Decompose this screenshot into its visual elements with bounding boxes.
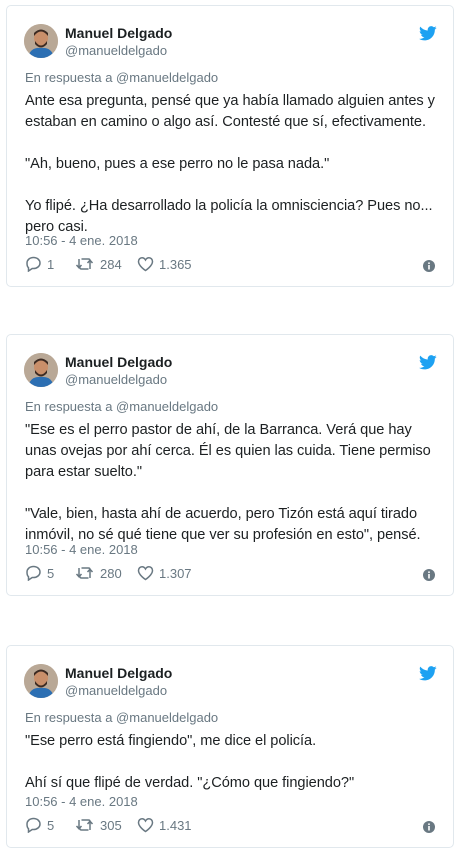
- author-name[interactable]: Manuel Delgado: [65, 25, 172, 41]
- heart-icon: [137, 818, 154, 833]
- reply-icon: [26, 817, 41, 833]
- reply-icon: [26, 256, 41, 272]
- tweet-card[interactable]: Manuel Delgado @manueldelgado En respues…: [6, 334, 454, 596]
- avatar[interactable]: [24, 664, 58, 698]
- reply-context[interactable]: En respuesta a @manueldelgado: [25, 399, 218, 414]
- twitter-bird-icon[interactable]: [419, 355, 437, 370]
- reply-button[interactable]: 1: [25, 256, 54, 272]
- timestamp[interactable]: 10:56 - 4 ene. 2018: [25, 233, 138, 248]
- info-icon[interactable]: [423, 569, 435, 581]
- like-count: 1.307: [159, 565, 192, 581]
- avatar[interactable]: [24, 353, 58, 387]
- author-handle[interactable]: @manueldelgado: [65, 372, 167, 387]
- retweet-count: 305: [100, 817, 122, 833]
- timestamp[interactable]: 10:56 - 4 ene. 2018: [25, 542, 138, 557]
- reply-count: 5: [47, 817, 55, 833]
- like-count: 1.365: [159, 256, 192, 272]
- author-handle[interactable]: @manueldelgado: [65, 683, 167, 698]
- retweet-count: 280: [100, 565, 122, 581]
- avatar-image: [24, 664, 58, 698]
- twitter-bird-icon[interactable]: [419, 26, 437, 41]
- like-button[interactable]: 1.431: [137, 817, 192, 833]
- reply-button[interactable]: 5: [25, 565, 54, 581]
- retweet-count: 284: [100, 256, 122, 272]
- reply-count: 5: [47, 565, 55, 581]
- info-icon[interactable]: [423, 260, 435, 272]
- twitter-bird-icon[interactable]: [419, 666, 437, 681]
- avatar-image: [24, 353, 58, 387]
- author-handle[interactable]: @manueldelgado: [65, 43, 167, 58]
- tweet-text: "Ese perro está fingiendo", me dice el p…: [25, 733, 355, 791]
- like-button[interactable]: 1.365: [137, 256, 192, 272]
- tweet-text: Ante esa pregunta, pensé que ya había ll…: [25, 93, 435, 235]
- tweet-actions: 5 305 1.431: [25, 817, 435, 837]
- retweet-icon: [75, 819, 94, 831]
- reply-button[interactable]: 5: [25, 817, 54, 833]
- heart-icon: [137, 566, 154, 581]
- retweet-button[interactable]: 305: [75, 817, 122, 833]
- tweet-actions: 5 280 1.307: [25, 565, 435, 585]
- tweet-card[interactable]: Manuel Delgado @manueldelgado En respues…: [6, 5, 454, 287]
- author-name[interactable]: Manuel Delgado: [65, 354, 172, 370]
- timestamp[interactable]: 10:56 - 4 ene. 2018: [25, 794, 138, 809]
- reply-icon: [26, 565, 41, 581]
- retweet-icon: [75, 258, 94, 270]
- reply-count: 1: [47, 256, 55, 272]
- tweet-actions: 1 284 1.365: [25, 256, 435, 276]
- retweet-button[interactable]: 280: [75, 565, 122, 581]
- tweet-text: "Ese es el perro pastor de ahí, de la Ba…: [25, 422, 431, 543]
- avatar[interactable]: [24, 24, 58, 58]
- like-button[interactable]: 1.307: [137, 565, 192, 581]
- reply-context[interactable]: En respuesta a @manueldelgado: [25, 70, 218, 85]
- avatar-image: [24, 24, 58, 58]
- retweet-icon: [75, 567, 94, 579]
- reply-context[interactable]: En respuesta a @manueldelgado: [25, 710, 218, 725]
- info-icon[interactable]: [423, 821, 435, 833]
- heart-icon: [137, 257, 154, 272]
- like-count: 1.431: [159, 817, 192, 833]
- tweet-card[interactable]: Manuel Delgado @manueldelgado En respues…: [6, 645, 454, 848]
- author-name[interactable]: Manuel Delgado: [65, 665, 172, 681]
- retweet-button[interactable]: 284: [75, 256, 122, 272]
